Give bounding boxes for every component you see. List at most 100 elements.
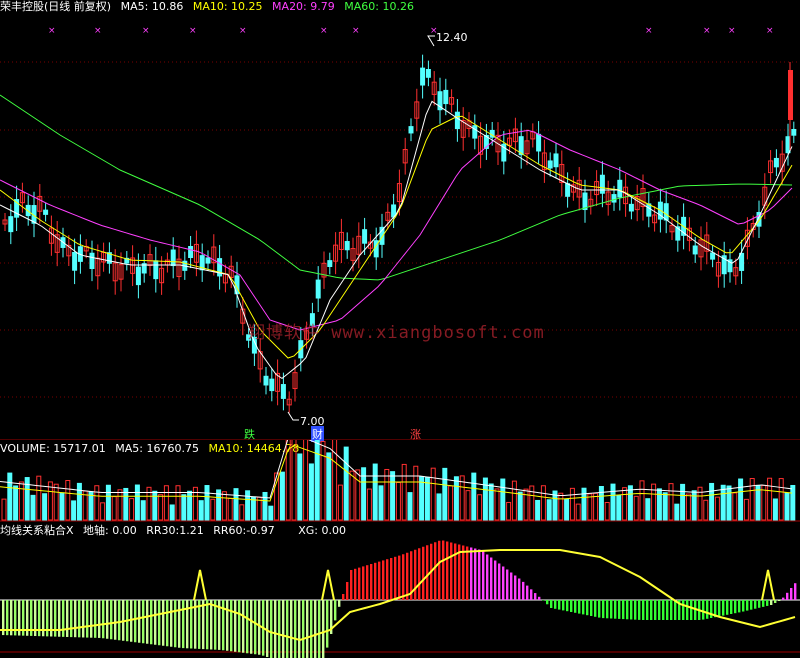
volume-bar-31 bbox=[181, 494, 187, 521]
indicator-bar-34 bbox=[138, 600, 141, 643]
indicator-bar-168 bbox=[674, 600, 677, 620]
volume-bar-82 bbox=[477, 494, 483, 521]
volume-bar-72 bbox=[419, 476, 425, 521]
indicator-bar-184 bbox=[738, 600, 741, 613]
signal-marker-5: × bbox=[320, 26, 328, 36]
candle-body-106 bbox=[617, 179, 623, 198]
indicator-bar-116 bbox=[466, 546, 469, 600]
volume-bar-97 bbox=[564, 498, 570, 521]
indicator-bar-170 bbox=[682, 600, 685, 620]
indicator-bar-136 bbox=[546, 600, 549, 605]
volume-bar-109 bbox=[633, 495, 639, 521]
indicator-bar-24 bbox=[98, 600, 101, 638]
indicator-panel[interactable]: 均线关系粘合X 地轴: 0.00 RR30:1.21 RR60:-0.97 XG… bbox=[0, 522, 800, 658]
indicator-bar-139 bbox=[558, 600, 561, 610]
candle-body-135 bbox=[785, 136, 791, 154]
price-chart[interactable]: × × × × × × × × × × × × bbox=[0, 0, 800, 440]
volume-bar-70 bbox=[407, 492, 413, 521]
candle-body-48 bbox=[280, 384, 286, 399]
indicator-bar-179 bbox=[718, 600, 721, 617]
volume-bar-26 bbox=[152, 490, 158, 521]
indicator-bar-74 bbox=[298, 600, 301, 658]
indicator-bar-27 bbox=[110, 600, 113, 640]
low-price-pointer bbox=[287, 411, 299, 421]
price-panel[interactable]: 荣丰控股(日线 前复权) MA5: 10.86 MA10: 10.25 MA20… bbox=[0, 0, 800, 442]
indicator-bar-13 bbox=[54, 600, 57, 637]
candle-body-95 bbox=[553, 153, 559, 168]
indicator-bar-86 bbox=[346, 582, 349, 600]
volume-bar-118 bbox=[685, 493, 691, 521]
indicator-bar-159 bbox=[638, 600, 641, 620]
candle-body-76 bbox=[443, 89, 449, 105]
volume-panel[interactable]: VOLUME: 15717.01 MA5: 16760.75 MA10: 144… bbox=[0, 440, 800, 522]
indicator-bar-145 bbox=[582, 600, 585, 615]
indicator-bar-148 bbox=[594, 600, 597, 617]
indicator-bar-50 bbox=[202, 600, 205, 650]
indicator-chart[interactable] bbox=[0, 522, 800, 658]
indicator-bar-186 bbox=[746, 600, 749, 611]
indicator-bar-78 bbox=[314, 600, 317, 658]
volume-bar-92 bbox=[535, 499, 541, 521]
volume-bar-125 bbox=[726, 485, 732, 521]
indicator-bar-150 bbox=[602, 600, 605, 619]
indicator-bar-62 bbox=[250, 600, 253, 654]
candle-body-7 bbox=[43, 209, 49, 215]
indicator-bar-142 bbox=[570, 600, 573, 612]
volume-chart[interactable] bbox=[0, 440, 800, 522]
volume-bar-110 bbox=[639, 480, 645, 521]
indicator-bar-193 bbox=[774, 600, 777, 603]
indicator-bar-60 bbox=[242, 600, 245, 653]
candle-body-136 bbox=[791, 128, 797, 136]
indicator-bar-122 bbox=[490, 557, 493, 600]
xg-spike-2 bbox=[761, 569, 775, 601]
indicator-bar-137 bbox=[550, 600, 553, 608]
volume-bar-21 bbox=[123, 487, 129, 521]
volume-bar-52 bbox=[303, 440, 309, 521]
volume-bar-75 bbox=[436, 493, 442, 521]
volume-bar-7 bbox=[42, 493, 48, 521]
volume-bar-103 bbox=[598, 486, 604, 521]
indicator-bar-126 bbox=[506, 569, 509, 600]
indicator-bar-162 bbox=[650, 600, 653, 620]
candle-body-73 bbox=[425, 69, 431, 78]
volume-bar-19 bbox=[111, 496, 117, 521]
last-candle-body bbox=[788, 70, 793, 120]
volume-bar-115 bbox=[668, 483, 674, 521]
volume-bar-94 bbox=[546, 499, 552, 521]
indicator-bar-157 bbox=[630, 600, 633, 620]
indicator-bar-61 bbox=[246, 600, 249, 654]
indicator-bar-151 bbox=[606, 600, 609, 619]
indicator-bar-89 bbox=[358, 567, 361, 600]
volume-bar-27 bbox=[158, 494, 164, 521]
indicator-bar-117 bbox=[470, 547, 473, 600]
indicator-bar-99 bbox=[398, 555, 401, 600]
volume-bar-0 bbox=[1, 498, 7, 521]
volume-bar-85 bbox=[494, 488, 500, 521]
volume-bar-64 bbox=[372, 463, 378, 521]
signal-marker-0: × bbox=[48, 26, 56, 36]
volume-bar-39 bbox=[227, 497, 233, 521]
volume-bar-18 bbox=[105, 484, 111, 521]
indicator-bar-198 bbox=[794, 583, 797, 600]
indicator-bar-118 bbox=[474, 548, 477, 600]
volume-bar-11 bbox=[65, 480, 71, 521]
indicator-bar-189 bbox=[758, 600, 761, 608]
volume-bar-114 bbox=[662, 492, 668, 521]
volume-bar-35 bbox=[204, 485, 210, 521]
indicator-bar-92 bbox=[370, 564, 373, 600]
volume-bar-124 bbox=[720, 484, 726, 521]
volume-bar-128 bbox=[743, 498, 749, 521]
indicator-bar-29 bbox=[118, 600, 121, 641]
volume-bar-50 bbox=[291, 440, 297, 521]
high-price-pointer bbox=[427, 35, 435, 47]
indicator-bar-56 bbox=[226, 600, 229, 651]
indicator-bar-144 bbox=[578, 600, 581, 614]
signal-marker-6: × bbox=[352, 26, 360, 36]
volume-bar-88 bbox=[511, 480, 517, 521]
indicator-bar-156 bbox=[626, 600, 629, 620]
volume-bar-48 bbox=[279, 471, 285, 521]
indicator-bar-188 bbox=[754, 600, 757, 609]
indicator-bar-25 bbox=[102, 600, 105, 639]
indicator-bar-120 bbox=[482, 551, 485, 600]
indicator-bar-16 bbox=[66, 600, 69, 637]
